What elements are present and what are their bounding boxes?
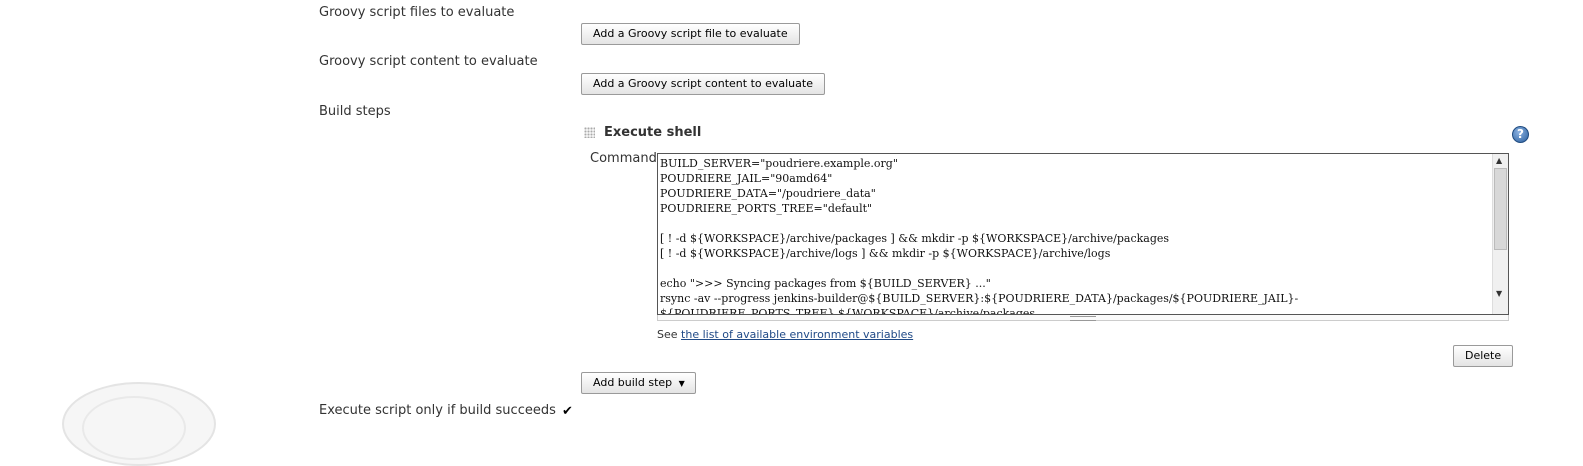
build-steps-label: Build steps <box>319 104 391 119</box>
command-scrollbar[interactable]: ▲ ▼ <box>1492 154 1508 314</box>
command-textarea[interactable]: BUILD_SERVER="poudriere.example.org" POU… <box>657 153 1509 315</box>
add-build-step-button[interactable]: Add build step ▼ <box>581 372 696 394</box>
scroll-up-icon[interactable]: ▲ <box>1496 156 1502 165</box>
delete-button[interactable]: Delete <box>1453 345 1514 367</box>
groovy-content-label: Groovy script content to evaluate <box>319 54 538 69</box>
execute-script-label: Execute script only if build succeeds <box>319 403 556 418</box>
add-groovy-content-button[interactable]: Add a Groovy script content to evaluate <box>581 73 825 95</box>
scroll-down-icon[interactable]: ▼ <box>1496 289 1502 298</box>
groovy-files-label: Groovy script files to evaluate <box>319 5 515 20</box>
execute-shell-title: Execute shell <box>604 125 702 140</box>
add-groovy-file-button[interactable]: Add a Groovy script file to evaluate <box>581 23 800 45</box>
command-label: Command <box>590 151 657 166</box>
textarea-resize-grip[interactable] <box>657 315 1509 321</box>
scrollbar-thumb[interactable] <box>1494 168 1507 250</box>
dropdown-arrow-icon: ▼ <box>678 379 685 388</box>
command-text[interactable]: BUILD_SERVER="poudriere.example.org" POU… <box>660 156 1492 314</box>
see-prefix: See <box>657 328 678 341</box>
drag-handle-icon[interactable] <box>584 127 595 138</box>
env-vars-note: See the list of available environment va… <box>657 328 913 341</box>
help-icon[interactable]: ? <box>1512 126 1529 143</box>
add-build-step-label: Add build step <box>593 376 673 389</box>
checkmark-icon[interactable]: ✔ <box>562 404 573 419</box>
env-vars-link[interactable]: the list of available environment variab… <box>681 328 913 341</box>
jenkins-logo-icon <box>62 382 216 466</box>
